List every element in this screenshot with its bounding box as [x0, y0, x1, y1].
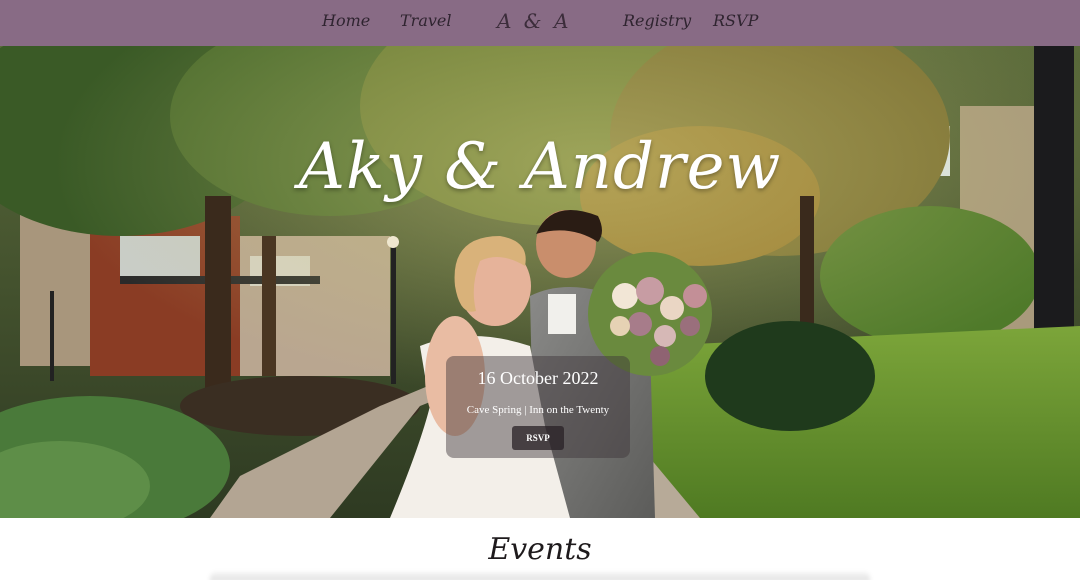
- wedding-location: Cave Spring | Inn on the Twenty: [466, 404, 610, 416]
- wedding-info-card: 16 October 2022 Cave Spring | Inn on the…: [446, 356, 630, 458]
- rsvp-button[interactable]: RSVP: [512, 426, 564, 450]
- nav-link-rsvp[interactable]: RSVP: [713, 11, 758, 30]
- wedding-date: 16 October 2022: [477, 368, 599, 388]
- top-navigation: Home Travel A & A Registry RSVP: [0, 0, 1080, 46]
- nav-link-registry[interactable]: Registry: [623, 11, 691, 30]
- hero-section: Aky & Andrew 16 October 2022 Cave Spring…: [0, 46, 1080, 518]
- site-logo[interactable]: A & A: [497, 9, 571, 33]
- events-card-edge: [210, 572, 870, 580]
- nav-link-travel[interactable]: Travel: [400, 11, 451, 30]
- events-heading: Events: [488, 532, 592, 567]
- couple-names-title: Aky & Andrew: [298, 130, 782, 204]
- nav-link-home[interactable]: Home: [322, 11, 370, 30]
